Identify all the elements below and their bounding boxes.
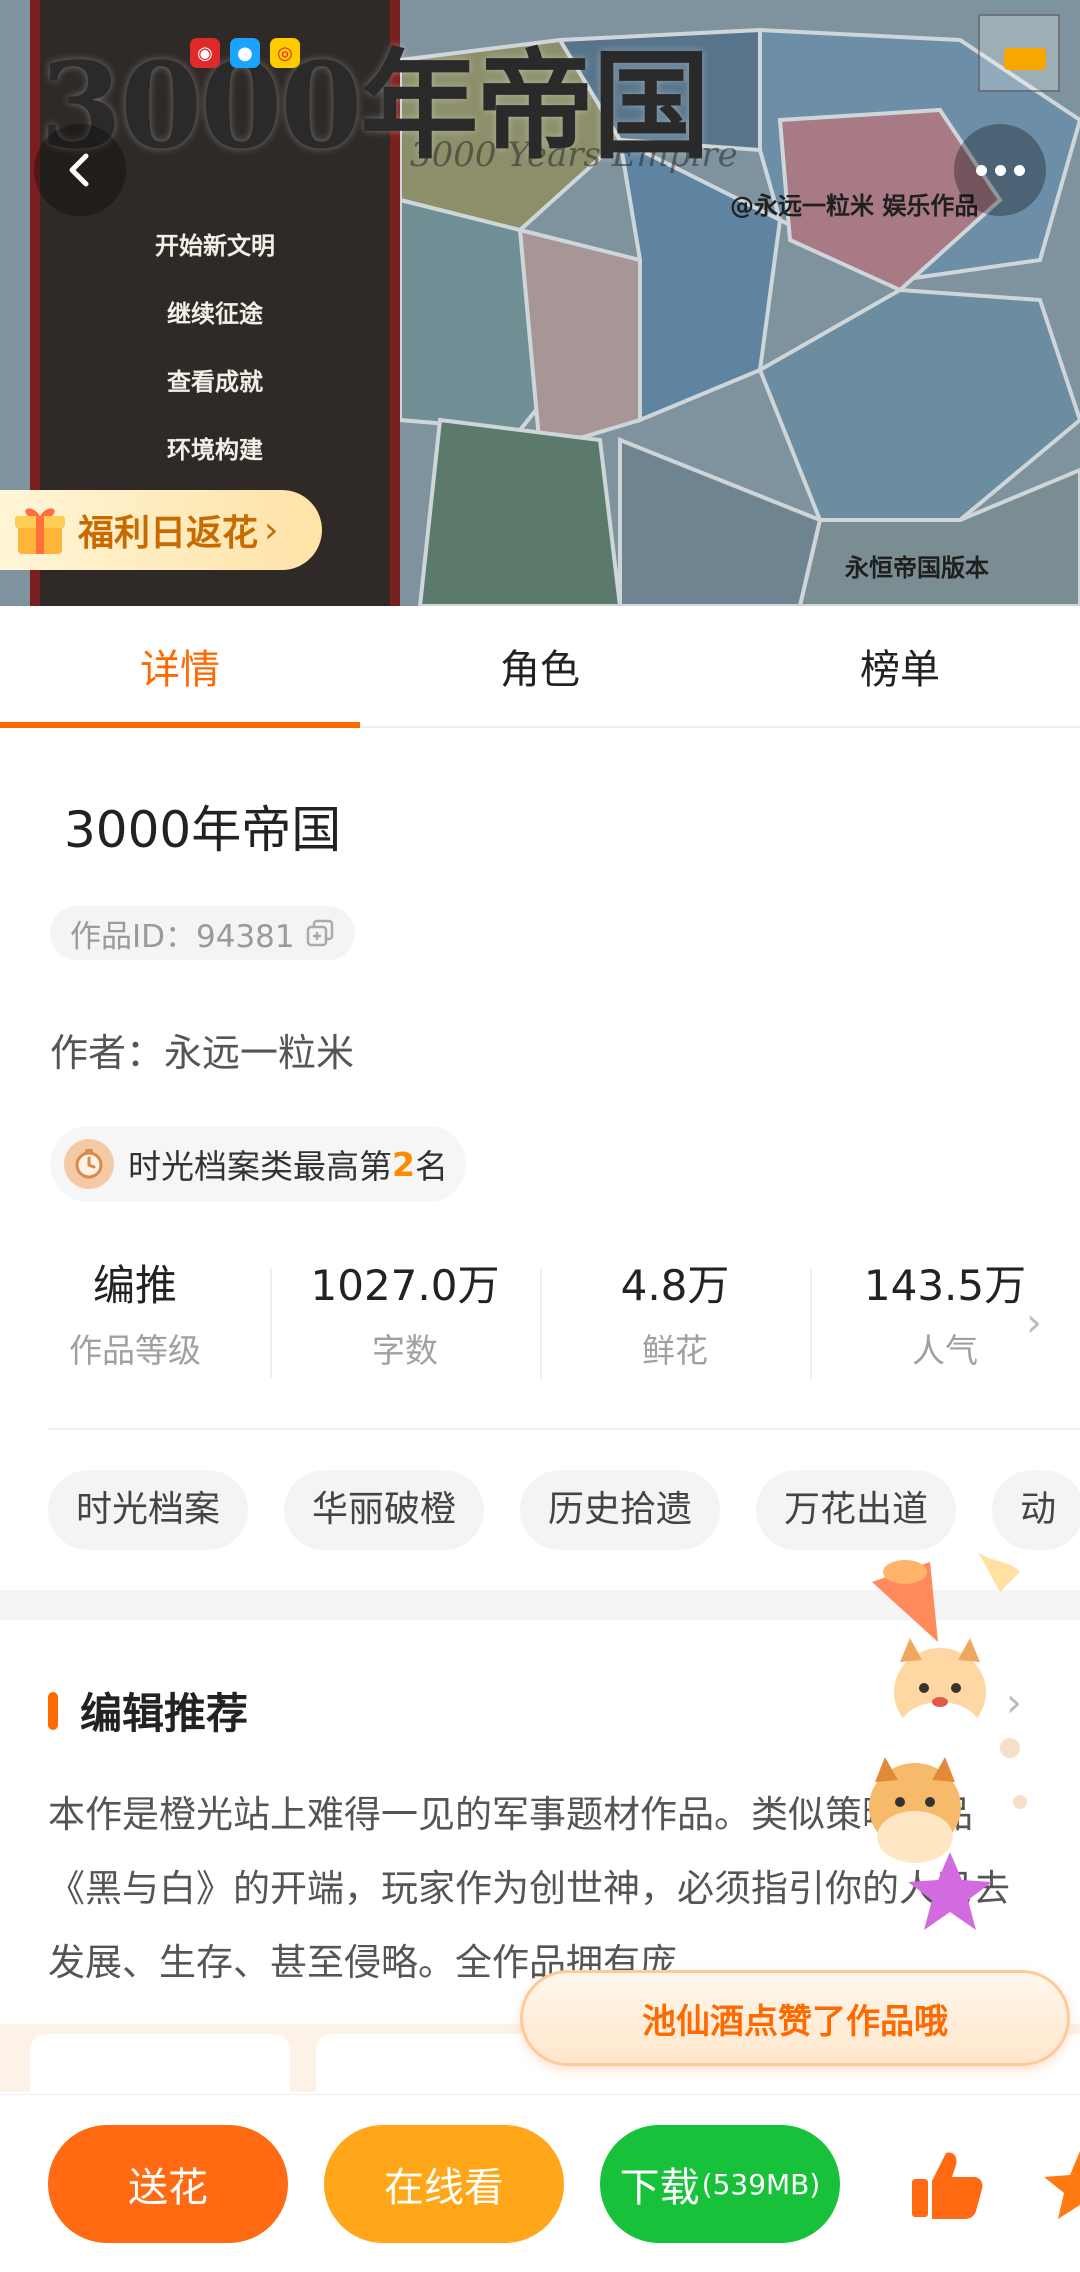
tab-rankings[interactable]: 榜单 [720, 606, 1080, 726]
author-line[interactable]: 作者：永远一粒米 [50, 1022, 354, 1077]
weibo-icon: ◎ [270, 38, 300, 68]
read-online-button[interactable]: 在线看 [324, 2125, 564, 2243]
editor-recommend-title: 编辑推荐 [48, 1680, 248, 1741]
chevron-left-icon [69, 153, 89, 187]
tag-chip[interactable]: 万花出道 [756, 1470, 957, 1550]
stat-label: 鲜花 [642, 1331, 708, 1370]
button-label: 下载 [619, 2165, 700, 2211]
gift-icon [12, 502, 68, 558]
stat-level: 编推 作品等级 [0, 1256, 270, 1372]
copy-icon[interactable] [305, 918, 335, 948]
more-icon [975, 164, 987, 176]
bottom-action-bar: 送花 在线看 下载 (539MB) [0, 2094, 1080, 2272]
tab-details[interactable]: 详情 [0, 606, 360, 728]
tag-list: 时光档案 华丽破橙 历史拾遗 万花出道动 [48, 1470, 1080, 1550]
tag-chip[interactable]: 历史拾遗 [520, 1470, 721, 1550]
download-button[interactable]: 下载 (539MB) [600, 2125, 840, 2243]
rank-prefix: 时光档案类最高第 [128, 1147, 392, 1186]
stat-value: 编推 [92, 1261, 177, 1310]
menu-achievements: 查看成就 [167, 367, 263, 396]
button-label: 送花 [128, 2165, 208, 2211]
clock-icon [64, 1139, 114, 1189]
send-flower-button[interactable]: 送花 [48, 2125, 288, 2243]
tag-chip[interactable]: 华丽破橙 [284, 1470, 485, 1550]
chevron-right-icon[interactable]: › [1026, 1300, 1042, 1346]
status-bar-icons: ◉ ● ◎ [190, 38, 300, 68]
chevron-right-icon: › [264, 509, 279, 551]
menu-new-civilization: 开始新文明 [155, 231, 275, 260]
work-title: 3000年帝国 [64, 801, 342, 859]
download-size: (539MB) [701, 2167, 821, 2201]
more-button[interactable] [954, 124, 1046, 216]
banner-version: 永恒帝国版本 [845, 554, 989, 582]
rank-suffix: 名 [414, 1147, 448, 1186]
work-id-chip[interactable]: 作品ID：94381 [50, 906, 355, 960]
like-toast: 池仙酒点赞了作品哦 [520, 1970, 1070, 2066]
mascot-animation[interactable] [860, 1552, 1040, 1972]
stat-value: 1027.0万 [310, 1261, 500, 1310]
section-title: 编辑推荐 [80, 1689, 249, 1738]
tag-chip[interactable]: 动 [992, 1470, 1080, 1550]
next-section-card [30, 2034, 290, 2094]
stat-label: 作品等级 [69, 1331, 201, 1370]
welfare-button[interactable]: 福利日返花 › [0, 490, 322, 570]
work-id-text: 作品ID：94381 [70, 918, 295, 955]
stats-row[interactable]: 编推 作品等级 1027.0万 字数 4.8万 鲜花 143.5万 人气 [0, 1256, 1080, 1386]
game-banner: 开始新文明 继续征途 查看成就 环境构建 3000年帝国 3000 Years … [0, 0, 1080, 606]
stat-label: 字数 [372, 1331, 438, 1370]
banner-credit: @永远一粒米 娱乐作品 [730, 192, 979, 220]
rank-number: 2 [392, 1144, 415, 1184]
welfare-label: 福利日返花 [78, 513, 259, 554]
menu-environment: 环境构建 [167, 435, 263, 464]
menu-continue: 继续征途 [167, 299, 263, 328]
netease-music-icon: ◉ [190, 38, 220, 68]
tag-chip[interactable]: 时光档案 [48, 1470, 249, 1550]
banner-subtitle: 3000 Years Empire [410, 135, 738, 175]
divider [48, 1428, 1080, 1430]
stat-value: 4.8万 [620, 1261, 730, 1310]
tab-bar: 详情 角色 榜单 [0, 606, 1080, 728]
tab-characters[interactable]: 角色 [360, 606, 720, 726]
star-icon[interactable] [1040, 2147, 1080, 2223]
battery-icon [1004, 48, 1046, 70]
thumbs-up-icon[interactable] [906, 2145, 986, 2225]
stat-word-count: 1027.0万 字数 [270, 1256, 540, 1372]
back-button[interactable] [34, 124, 126, 216]
accent-bar [48, 1691, 58, 1730]
button-label: 在线看 [384, 2165, 504, 2211]
rank-badge[interactable]: 时光档案类最高第 2 名 [50, 1126, 466, 1202]
stat-flowers: 4.8万 鲜花 [540, 1256, 810, 1372]
qq-icon: ● [230, 38, 260, 68]
